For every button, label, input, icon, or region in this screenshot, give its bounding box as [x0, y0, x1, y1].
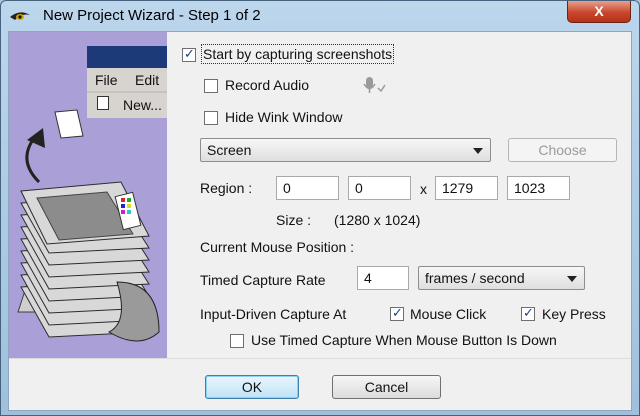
cancel-button[interactable]: Cancel — [332, 375, 441, 399]
timed-when-down-label: Use Timed Capture When Mouse Button Is D… — [251, 332, 557, 348]
ok-button[interactable]: OK — [205, 375, 299, 399]
record-audio-label: Record Audio — [225, 77, 310, 93]
mouse-position-label: Current Mouse Position : — [200, 239, 355, 255]
region-x-input[interactable]: 0 — [276, 176, 339, 200]
region-y-input[interactable]: 0 — [348, 176, 411, 200]
region-width-input[interactable]: 1279 — [435, 176, 498, 200]
start-capturing-label: Start by capturing screenshots — [200, 44, 395, 64]
chevron-down-icon — [473, 148, 483, 154]
dialog-body: File Edit New... Start by capturing scre… — [8, 31, 632, 411]
region-label: Region : — [200, 180, 253, 196]
title-bar[interactable]: New Project Wizard - Step 1 of 2 X — [1, 1, 639, 31]
rate-unit-value: frames / second — [425, 270, 525, 286]
mouse-click-checkbox[interactable] — [390, 305, 404, 321]
region-separator: x — [420, 181, 427, 197]
new-document-icon — [97, 96, 109, 110]
mouse-click-label: Mouse Click — [410, 306, 487, 322]
size-label: Size : — [276, 212, 312, 228]
ok-button-label: OK — [241, 379, 263, 395]
microphone-icon[interactable] — [361, 76, 387, 96]
input-driven-label: Input-Driven Capture At — [200, 306, 347, 322]
timed-when-down-checkbox[interactable] — [230, 334, 244, 348]
cancel-button-label: Cancel — [364, 379, 409, 395]
illustration-menu-file: File — [95, 72, 118, 88]
record-audio-checkbox[interactable] — [204, 79, 218, 93]
capture-source-dropdown[interactable]: Screen — [200, 138, 491, 162]
timed-rate-label: Timed Capture Rate — [200, 272, 326, 288]
illustration-menu-new: New... — [123, 97, 162, 113]
close-button[interactable]: X — [567, 1, 631, 23]
wizard-window: New Project Wizard - Step 1 of 2 X File … — [0, 0, 640, 416]
hide-wink-window-label: Hide Wink Window — [225, 109, 343, 125]
choose-button[interactable]: Choose — [508, 138, 617, 162]
close-icon: X — [594, 3, 604, 19]
illustration-menu-edit: Edit — [135, 72, 160, 88]
wizard-illustration: File Edit New... — [9, 32, 167, 358]
key-press-label: Key Press — [542, 306, 606, 322]
size-value: (1280 x 1024) — [334, 212, 421, 228]
start-capturing-checkbox[interactable] — [182, 46, 196, 62]
dialog-footer: OK Cancel — [9, 358, 631, 410]
capture-source-value: Screen — [207, 142, 252, 158]
rate-unit-dropdown[interactable]: frames / second — [418, 266, 585, 290]
chevron-down-icon — [567, 276, 577, 282]
timed-rate-input[interactable]: 4 — [357, 266, 409, 290]
wink-eye-icon — [9, 8, 31, 24]
choose-button-label: Choose — [538, 142, 587, 158]
region-height-input[interactable]: 1023 — [507, 176, 570, 200]
hide-wink-window-checkbox[interactable] — [204, 111, 218, 125]
key-press-checkbox[interactable] — [521, 305, 535, 321]
window-title: New Project Wizard - Step 1 of 2 — [43, 7, 261, 24]
